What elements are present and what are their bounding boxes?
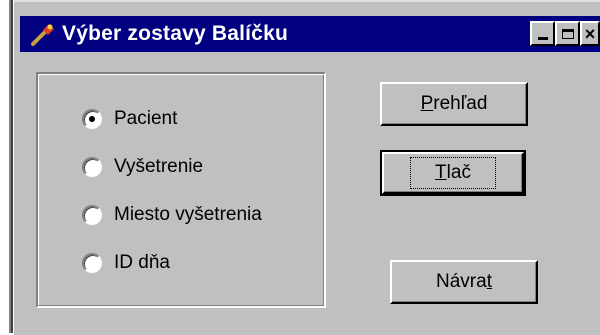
close-icon: × bbox=[584, 23, 596, 44]
radio-option-pacient[interactable]: Pacient bbox=[82, 106, 177, 132]
radio-label: Vyšetrenie bbox=[114, 156, 204, 177]
radio-label: Miesto vyšetrenia bbox=[114, 204, 262, 225]
radio-option-id-dna[interactable]: ID dňa bbox=[82, 250, 170, 276]
title-bar[interactable]: Výber zostavy Balíčku × bbox=[20, 16, 600, 52]
minimize-button[interactable] bbox=[530, 21, 555, 46]
focus-rect: Tlač bbox=[410, 157, 496, 189]
wrench-icon bbox=[28, 19, 58, 49]
radio-button[interactable] bbox=[82, 109, 102, 129]
radio-option-miesto[interactable]: Miesto vyšetrenia bbox=[82, 202, 262, 228]
maximize-button[interactable] bbox=[555, 21, 580, 46]
radio-button[interactable] bbox=[82, 157, 102, 177]
window-title: Výber zostavy Balíčku bbox=[62, 22, 288, 45]
button-label-pre: Návra bbox=[436, 271, 487, 292]
radio-button[interactable] bbox=[82, 253, 102, 273]
radio-label: Pacient bbox=[114, 108, 178, 129]
button-label-post: rehľad bbox=[433, 93, 488, 114]
button-mnemonic: T bbox=[435, 162, 447, 183]
back-button[interactable]: Návra t bbox=[390, 260, 538, 304]
minimize-icon bbox=[537, 37, 548, 40]
radio-button[interactable] bbox=[82, 205, 102, 225]
report-type-group: Pacient Vyšetrenie Miesto vyšetrenia ID … bbox=[36, 72, 326, 308]
left-edge bbox=[0, 0, 14, 333]
overview-button[interactable]: Prehľad bbox=[380, 82, 528, 126]
button-label-post: lač bbox=[446, 162, 471, 183]
radio-option-vysetrenie[interactable]: Vyšetrenie bbox=[82, 154, 203, 180]
dialog-window: Výber zostavy Balíčku × Pacient Vyšetren… bbox=[14, 0, 600, 335]
maximize-icon bbox=[561, 28, 574, 39]
radio-label: ID dňa bbox=[114, 252, 170, 273]
button-mnemonic: P bbox=[420, 93, 434, 114]
print-button[interactable]: Tlač bbox=[380, 150, 526, 196]
close-button[interactable]: × bbox=[580, 21, 600, 46]
button-mnemonic: t bbox=[486, 271, 492, 292]
